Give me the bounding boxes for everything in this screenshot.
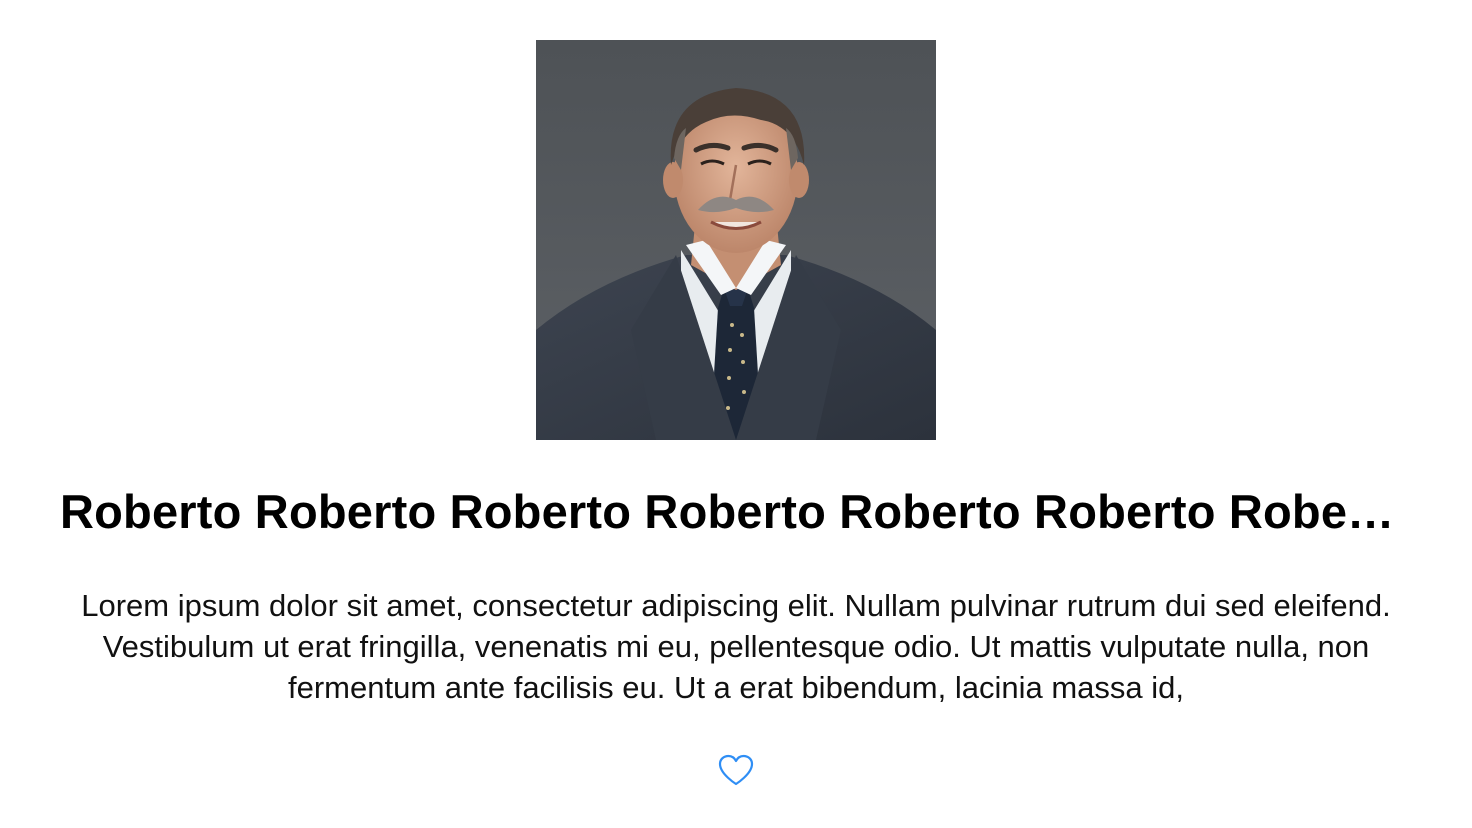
profile-name: Roberto Roberto Roberto Roberto Roberto … (60, 485, 1412, 538)
profile-card: Roberto Roberto Roberto Roberto Roberto … (0, 0, 1472, 828)
favorite-button[interactable] (712, 746, 760, 794)
profile-photo (536, 40, 936, 440)
portrait-image (536, 40, 936, 440)
profile-bio: Lorem ipsum dolor sit amet, consectetur … (81, 588, 1391, 705)
heart-outline-icon (718, 754, 754, 786)
